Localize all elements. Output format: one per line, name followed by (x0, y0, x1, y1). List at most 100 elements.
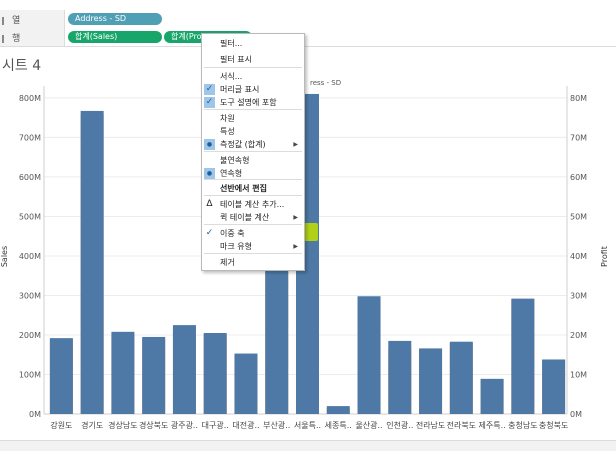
menu-item-5[interactable]: 차원 (202, 112, 304, 125)
y2-tick-label: 60M (570, 173, 587, 182)
menu-item-label: 차원 (220, 114, 235, 123)
menu-separator (204, 109, 302, 110)
y-tick-label: 400M (19, 252, 41, 261)
sales-bar (49, 338, 73, 414)
x-tick-label: 경상남도 (108, 420, 137, 430)
x-tick-label: 경기도 (81, 420, 103, 430)
menu-item-label: 테이블 계산 추가... (220, 200, 285, 209)
menu-item-label: 마크 유형 (220, 242, 252, 251)
x-tick-label: 서울특.. (294, 421, 321, 430)
sales-bar (234, 353, 258, 414)
y-tick-label: 800M (19, 94, 41, 103)
y-tick-label: 100M (19, 370, 41, 379)
menu-item-9[interactable]: ● 연속형 (202, 167, 304, 180)
menu-item-4[interactable]: ✓ 도구 설명에 포함 (202, 96, 304, 109)
y-tick-label: 0M (29, 410, 41, 419)
context-menu: 필터... 필터 표시 서식... ✓ 머리글 표시 ✓ 도구 설명에 포함 차원 특성 ● 측정값… (201, 33, 305, 271)
y-tick-label: 200M (19, 331, 41, 340)
menu-item-label: 불연속형 (220, 156, 250, 165)
x-tick-label: 제주특.. (479, 421, 506, 430)
menu-item-label: 연속형 (220, 169, 243, 178)
x-tick-label: 충청남도 (508, 421, 537, 430)
y2-tick-label: 40M (570, 252, 587, 261)
sales-bar (388, 340, 412, 414)
menu-item-6[interactable]: 특성 (202, 125, 304, 138)
y2-tick-label: 20M (570, 331, 587, 340)
y2-tick-label: 50M (570, 212, 587, 221)
x-tick-label: 전라북도 (447, 420, 476, 430)
check-icon: ✓ (204, 97, 215, 108)
menu-item-label: 퀵 테이블 계산 (220, 213, 270, 222)
menu-item-10[interactable]: 선반에서 편집 (202, 182, 304, 195)
menu-separator (204, 195, 302, 196)
y-tick-label: 700M (19, 133, 41, 142)
menu-item-3[interactable]: ✓ 머리글 표시 (202, 83, 304, 96)
x-tick-label: 울산광.. (355, 420, 382, 430)
x-tick-label: 대구광.. (202, 420, 229, 430)
menu-separator (204, 253, 302, 254)
menu-separator (204, 151, 302, 152)
menu-item-label: 필터 표시 (220, 55, 252, 64)
y-tick-label: 500M (19, 212, 41, 221)
menu-item-label: 필터... (220, 39, 243, 48)
menu-item-label: 측정값 (합계) (220, 140, 266, 149)
menu-item-8[interactable]: 불연속형 (202, 154, 304, 167)
sales-bar (203, 333, 227, 414)
x-tick-label: 충청북도 (539, 421, 568, 430)
menu-item-7[interactable]: ● 측정값 (합계) ▶ (202, 138, 304, 151)
menu-item-12[interactable]: 퀵 테이블 계산 ▶ (202, 211, 304, 224)
x-tick-label: 전라남도 (416, 420, 445, 430)
sales-bar (172, 325, 196, 414)
sales-bar (357, 296, 381, 414)
x-tick-label: 광주광.. (171, 420, 198, 430)
submenu-arrow-icon: ▶ (293, 214, 298, 221)
x-tick-label: 강원도 (50, 420, 72, 430)
radio-dot-icon: ● (204, 139, 215, 150)
x-tick-label: 대전광.. (232, 420, 259, 430)
y2-tick-label: 70M (570, 133, 587, 142)
menu-item-label: 특성 (220, 127, 235, 136)
sales-bar (326, 406, 350, 414)
status-bar (0, 440, 616, 451)
sales-bar (80, 110, 104, 414)
menu-item-15[interactable]: 제거 (202, 256, 304, 269)
sales-bar (542, 359, 566, 414)
sales-bar (449, 341, 473, 414)
menu-separator (204, 67, 302, 68)
sales-bar (142, 336, 166, 414)
menu-item-2[interactable]: 서식... (202, 70, 304, 83)
x-tick-label: 경상북도 (139, 420, 168, 430)
y2-tick-label: 10M (570, 370, 587, 379)
menu-item-1[interactable]: 필터 표시 (202, 53, 304, 66)
menu-item-13[interactable]: ✓ 이중 축 (202, 227, 304, 240)
y-tick-label: 300M (19, 291, 41, 300)
menu-item-label: 서식... (220, 72, 243, 81)
menu-item-14[interactable]: 마크 유형 ▶ (202, 240, 304, 253)
menu-item-11[interactable]: Δ 테이블 계산 추가... (202, 198, 304, 211)
x-tick-label: 세종특.. (325, 421, 352, 430)
menu-item-0[interactable]: 필터... (202, 37, 304, 50)
sales-bar (265, 267, 289, 414)
y2-tick-label: 0M (570, 410, 582, 419)
menu-item-label: 제거 (220, 258, 235, 267)
y2-tick-label: 30M (570, 291, 587, 300)
radio-dot-icon: ● (204, 168, 215, 179)
sales-bar (111, 331, 135, 414)
x-tick-label: 인천광.. (386, 420, 413, 430)
submenu-arrow-icon: ▶ (293, 243, 298, 250)
y-axis-title: Sales (0, 245, 10, 268)
sales-bar (419, 348, 443, 414)
menu-item-label: 이중 축 (220, 229, 245, 238)
y2-tick-label: 80M (570, 94, 587, 103)
x-tick-label: 부산광.. (263, 420, 290, 430)
submenu-arrow-icon: ▶ (293, 141, 298, 148)
delta-icon: Δ (206, 199, 213, 209)
sales-bar (511, 298, 535, 414)
menu-item-label: 선반에서 편집 (220, 184, 267, 193)
menu-item-label: 도구 설명에 포함 (220, 98, 277, 107)
y-tick-label: 600M (19, 173, 41, 182)
check-icon: ✓ (205, 228, 214, 238)
menu-separator (204, 224, 302, 225)
sales-bar (480, 378, 504, 414)
menu-item-label: 머리글 표시 (220, 85, 260, 94)
